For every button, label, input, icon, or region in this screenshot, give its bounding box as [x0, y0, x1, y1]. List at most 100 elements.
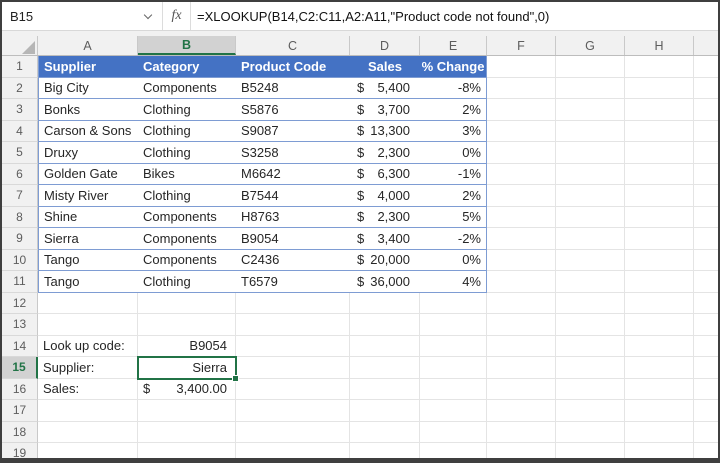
sales-cell[interactable]: $2,300 — [350, 142, 420, 164]
empty-cell[interactable] — [350, 357, 420, 379]
empty-cell[interactable] — [420, 335, 487, 357]
empty-cell[interactable] — [625, 142, 694, 164]
category-cell[interactable]: Clothing — [138, 121, 236, 142]
empty-cell[interactable] — [556, 357, 625, 379]
empty-cell[interactable] — [694, 336, 718, 357]
product-code-cell[interactable]: S9087 — [236, 121, 350, 142]
empty-cell[interactable] — [556, 378, 625, 400]
empty-cell[interactable] — [350, 400, 420, 422]
empty-cell[interactable] — [556, 292, 625, 314]
category-cell[interactable]: Clothing — [138, 271, 236, 293]
change-cell[interactable]: 2% — [420, 185, 487, 207]
row-header-19[interactable]: 19 — [2, 443, 38, 458]
empty-cell[interactable] — [487, 120, 556, 142]
table-header-cell[interactable]: Product Code — [236, 56, 350, 78]
category-cell[interactable]: Components — [138, 228, 236, 250]
supplier-cell[interactable]: Shine — [38, 206, 138, 228]
product-code-cell[interactable]: M6642 — [236, 164, 350, 185]
sales-cell[interactable]: $3,700 — [350, 99, 420, 121]
empty-cell[interactable] — [694, 293, 718, 314]
empty-cell[interactable] — [487, 206, 556, 228]
empty-cell[interactable] — [487, 99, 556, 121]
row-header-1[interactable]: 1 — [2, 56, 38, 78]
sales-cell[interactable]: $5,400 — [350, 78, 420, 99]
chevron-down-icon[interactable] — [143, 10, 153, 20]
change-cell[interactable]: -1% — [420, 163, 487, 185]
row-header-8[interactable]: 8 — [2, 206, 38, 228]
supplier-cell[interactable]: Golden Gate — [38, 163, 138, 185]
lookup-label-cell[interactable]: Look up code: — [38, 335, 138, 357]
empty-cell[interactable] — [556, 56, 625, 78]
empty-cell[interactable] — [694, 379, 718, 400]
empty-cell[interactable] — [625, 271, 694, 293]
empty-cell[interactable] — [487, 335, 556, 357]
empty-cell[interactable] — [694, 164, 718, 185]
table-header-cell[interactable]: Category — [138, 56, 236, 78]
empty-cell[interactable] — [138, 314, 236, 336]
empty-cell[interactable] — [625, 163, 694, 185]
empty-cell[interactable] — [350, 314, 420, 336]
empty-cell[interactable] — [138, 400, 236, 422]
category-cell[interactable]: Bikes — [138, 164, 236, 185]
lookup-value-cell[interactable]: Sierra — [138, 357, 236, 379]
row-header-16[interactable]: 16 — [2, 378, 38, 400]
empty-cell[interactable] — [556, 400, 625, 422]
empty-cell[interactable] — [694, 443, 718, 458]
empty-cell[interactable] — [694, 142, 718, 164]
empty-cell[interactable] — [694, 271, 718, 293]
empty-cell[interactable] — [487, 77, 556, 99]
change-cell[interactable]: 0% — [420, 142, 487, 164]
product-code-cell[interactable]: B7544 — [236, 185, 350, 207]
lookup-label-cell[interactable]: Supplier: — [38, 357, 138, 379]
category-cell[interactable]: Clothing — [138, 142, 236, 164]
supplier-cell[interactable]: Carson & Sons — [38, 120, 138, 142]
empty-cell[interactable] — [556, 249, 625, 271]
empty-cell[interactable] — [556, 142, 625, 164]
empty-cell[interactable] — [236, 314, 350, 336]
empty-cell[interactable] — [625, 357, 694, 379]
column-header-b[interactable]: B — [138, 36, 236, 55]
column-header-g[interactable]: G — [556, 36, 625, 55]
change-cell[interactable]: 4% — [420, 271, 487, 293]
change-cell[interactable]: -8% — [420, 77, 487, 99]
empty-cell[interactable] — [236, 357, 350, 379]
supplier-cell[interactable]: Misty River — [38, 185, 138, 207]
sales-cell[interactable]: $20,000 — [350, 250, 420, 271]
empty-cell[interactable] — [420, 357, 487, 379]
empty-cell[interactable] — [694, 56, 718, 78]
empty-cell[interactable] — [556, 271, 625, 293]
empty-cell[interactable] — [625, 56, 694, 78]
column-header-e[interactable]: E — [420, 36, 487, 55]
empty-cell[interactable] — [625, 185, 694, 207]
empty-cell[interactable] — [556, 314, 625, 336]
empty-cell[interactable] — [236, 335, 350, 357]
column-header-c[interactable]: C — [236, 36, 350, 55]
empty-cell[interactable] — [625, 443, 694, 458]
empty-cell[interactable] — [487, 142, 556, 164]
supplier-cell[interactable]: Bonks — [38, 99, 138, 121]
empty-cell[interactable] — [694, 250, 718, 271]
lookup-value-cell[interactable]: $3,400.00 — [138, 378, 236, 400]
empty-cell[interactable] — [38, 314, 138, 336]
sales-cell[interactable]: $4,000 — [350, 185, 420, 207]
empty-cell[interactable] — [420, 314, 487, 336]
supplier-cell[interactable]: Tango — [38, 271, 138, 293]
empty-cell[interactable] — [350, 292, 420, 314]
row-header-17[interactable]: 17 — [2, 400, 38, 422]
row-header-2[interactable]: 2 — [2, 77, 38, 99]
empty-cell[interactable] — [694, 400, 718, 422]
empty-cell[interactable] — [625, 292, 694, 314]
category-cell[interactable]: Clothing — [138, 99, 236, 121]
empty-cell[interactable] — [138, 292, 236, 314]
empty-cell[interactable] — [236, 421, 350, 443]
empty-cell[interactable] — [556, 163, 625, 185]
empty-cell[interactable] — [625, 421, 694, 443]
product-code-cell[interactable]: S3258 — [236, 142, 350, 164]
empty-cell[interactable] — [694, 185, 718, 207]
empty-cell[interactable] — [487, 163, 556, 185]
category-cell[interactable]: Clothing — [138, 185, 236, 207]
change-cell[interactable]: 5% — [420, 206, 487, 228]
empty-cell[interactable] — [487, 378, 556, 400]
product-code-cell[interactable]: H8763 — [236, 207, 350, 228]
empty-cell[interactable] — [625, 378, 694, 400]
